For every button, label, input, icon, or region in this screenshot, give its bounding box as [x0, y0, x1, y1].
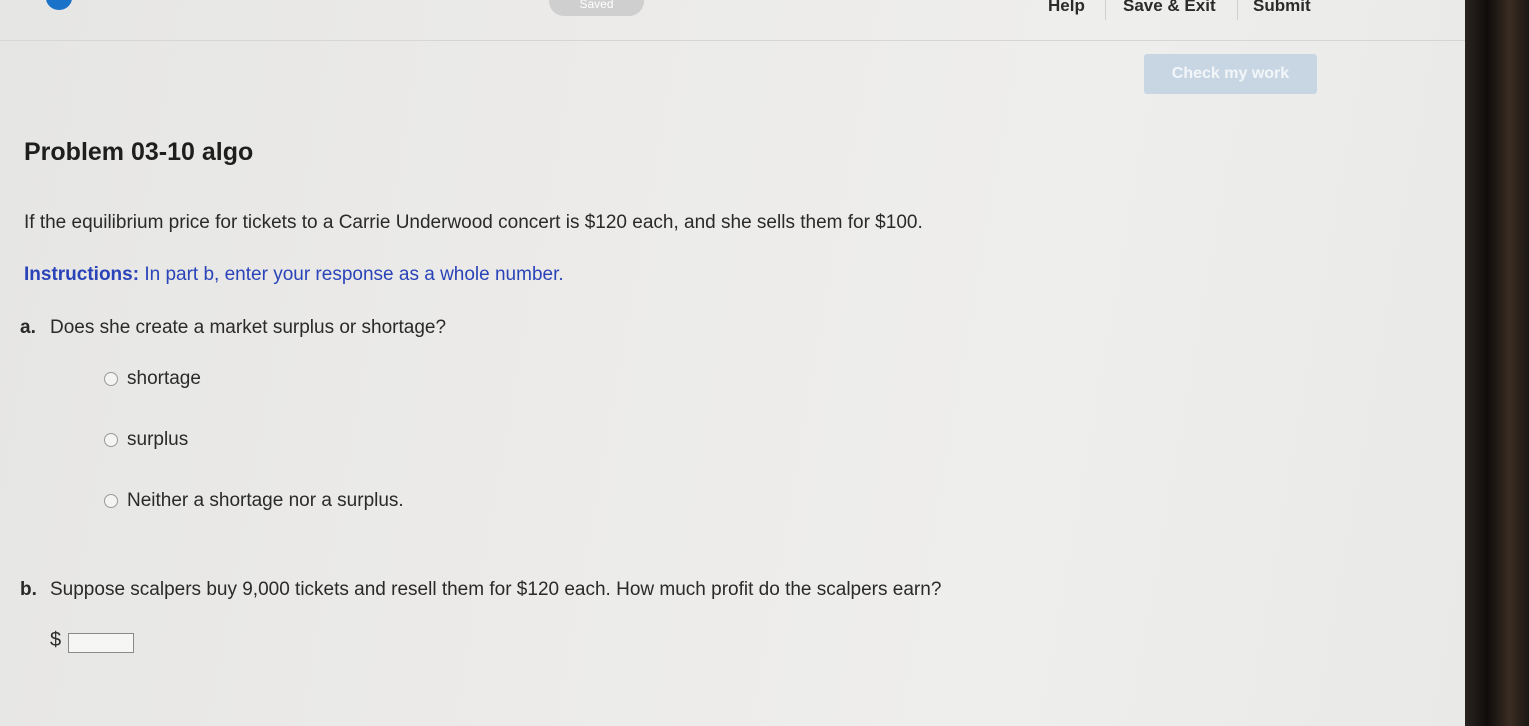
option-shortage[interactable]: shortage: [104, 367, 201, 391]
option-label: shortage: [127, 368, 201, 389]
problem-title: Problem 03-10 algo: [24, 138, 254, 166]
saved-status-badge: Saved: [549, 0, 644, 16]
assignment-screen: Saved Help Save & Exit Submit Check my w…: [0, 0, 1465, 726]
part-a-label: a.: [20, 317, 36, 338]
nav-divider: [1237, 0, 1238, 20]
instructions-text: In part b, enter your response as a whol…: [139, 264, 564, 285]
top-toolbar: Saved Help Save & Exit Submit: [0, 0, 1465, 41]
option-surplus[interactable]: surplus: [104, 428, 188, 452]
option-neither[interactable]: Neither a shortage nor a surplus.: [104, 489, 404, 513]
instructions: Instructions: In part b, enter your resp…: [24, 264, 564, 286]
option-label: Neither a shortage nor a surplus.: [127, 490, 404, 511]
menu-badge-icon[interactable]: [46, 0, 72, 10]
nav-divider: [1105, 0, 1106, 20]
part-b-question: Suppose scalpers buy 9,000 tickets and r…: [50, 579, 942, 600]
problem-stem: If the equilibrium price for tickets to …: [24, 212, 923, 233]
part-b-label: b.: [20, 579, 37, 600]
help-link[interactable]: Help: [1048, 0, 1085, 16]
part-a-question: Does she create a market surplus or shor…: [50, 317, 447, 338]
save-exit-link[interactable]: Save & Exit: [1123, 0, 1216, 16]
instructions-label: Instructions:: [24, 264, 140, 285]
radio-button-icon[interactable]: [104, 372, 118, 386]
currency-symbol: $: [50, 629, 62, 651]
option-label: surplus: [127, 429, 189, 450]
radio-button-icon[interactable]: [104, 433, 118, 447]
radio-button-icon[interactable]: [104, 494, 118, 508]
monitor-bezel: [1465, 0, 1529, 726]
submit-link[interactable]: Submit: [1253, 0, 1311, 16]
check-my-work-button[interactable]: Check my work: [1144, 54, 1317, 94]
profit-answer-input[interactable]: [68, 633, 134, 653]
